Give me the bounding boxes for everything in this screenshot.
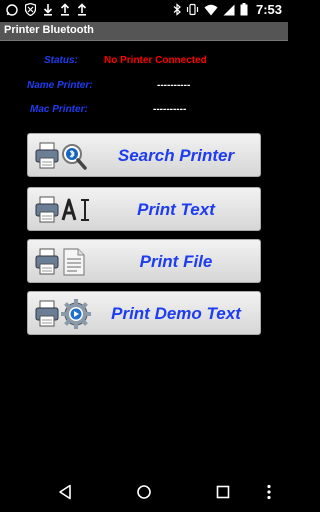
signal-icon [223,4,235,16]
shield-icon [25,3,36,16]
back-icon[interactable] [58,484,72,505]
printer-file-icon [34,246,94,278]
app-bar: Printer Bluetooth [0,22,288,41]
mac-printer-label: Mac Printer: [30,104,88,115]
print-text-label: Print Text [137,200,215,219]
printer-bluetooth-search-icon [34,140,94,172]
battery-icon [240,3,248,16]
status-label: Status: [44,55,78,66]
mac-printer-value: ---------- [153,104,187,115]
print-file-label: Print File [139,252,213,271]
search-printer-button[interactable]: Search Printer [27,133,261,177]
home-icon[interactable] [136,484,152,505]
app-title: Printer Bluetooth [4,24,94,36]
wifi-icon [204,4,218,16]
upload-icon [77,3,87,16]
print-text-button[interactable]: Print Text [27,187,261,231]
status-bar: 7:53 [0,0,288,22]
print-demo-text-button[interactable]: Print Demo Text [27,291,261,335]
print-file-button[interactable]: Print File [27,239,261,283]
vibrate-icon [186,3,199,16]
print-demo-text-label: Print Demo Text [111,304,241,323]
status-value: No Printer Connected [104,55,207,66]
printer-text-icon [34,194,94,226]
upload-icon [60,3,70,16]
status-bar-notifications [6,3,87,16]
name-printer-value: ---------- [157,80,191,91]
bluetooth-icon [173,3,181,16]
more-icon[interactable] [266,484,272,505]
status-bar-system: 7:53 [173,2,282,17]
recents-icon[interactable] [216,484,230,505]
printer-gear-icon [34,298,94,330]
status-time: 7:53 [255,2,282,17]
search-printer-label: Search Printer [117,146,235,165]
download-icon [43,3,53,16]
name-printer-label: Name Printer: [27,80,93,91]
whatsapp-icon [6,3,18,16]
navigation-bar [0,474,288,512]
